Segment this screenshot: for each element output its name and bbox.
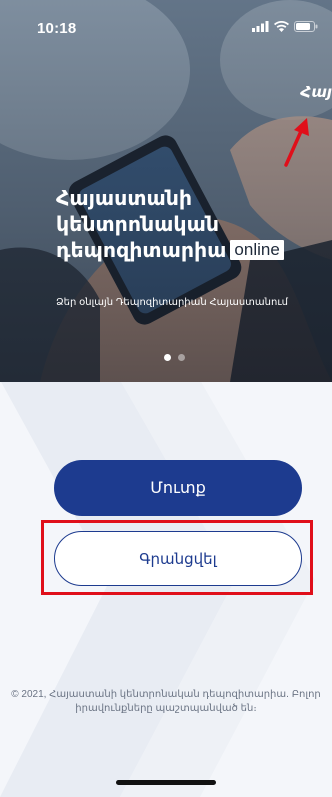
hero-subtitle: Ձեր օնլայն Դեպոզիտարիան Հայաստանում (56, 297, 289, 308)
hero-banner[interactable]: 10:18 Հայ Հայաստանի կենտրոնական դեպոզիտա… (0, 0, 332, 382)
home-indicator[interactable] (116, 780, 216, 785)
carousel-dot-2[interactable] (178, 354, 185, 361)
online-badge: online (230, 240, 284, 260)
status-bar: 10:18 (0, 0, 332, 44)
battery-icon (294, 21, 318, 32)
hero-title-line3-text: դեպոզիտարիա (56, 239, 227, 262)
copyright-footer: © 2021, Հայաստանի կենտրոնական դեպոզիտարի… (0, 688, 332, 716)
next-slide-peek: Հայ (300, 84, 332, 101)
status-time: 10:18 (37, 20, 77, 37)
footer-line2: իրավունքները պաշտպանված են։ (75, 703, 257, 714)
status-icons (252, 21, 318, 32)
annotation-highlight-box (41, 520, 313, 595)
login-button[interactable]: Մուտք (54, 460, 302, 516)
hero-title-line3: դեպոզիտարիա online (56, 238, 316, 264)
hero-title: Հայաստանի կենտրոնական դեպոզիտարիա online (56, 186, 316, 264)
hero-title-line1: Հայաստանի (56, 187, 193, 210)
signal-icon (252, 21, 269, 32)
carousel-indicator[interactable] (164, 354, 185, 361)
annotation-arrow-icon (284, 118, 309, 167)
wifi-icon (274, 21, 289, 32)
app-screen: 10:18 Հայ Հայաստանի կենտրոնական դեպոզիտա… (0, 0, 332, 797)
carousel-dot-1[interactable] (164, 354, 171, 361)
footer-line1: © 2021, Հայաստանի կենտրոնական դեպոզիտարի… (11, 689, 321, 700)
hero-title-line2: կենտրոնական (56, 213, 219, 236)
